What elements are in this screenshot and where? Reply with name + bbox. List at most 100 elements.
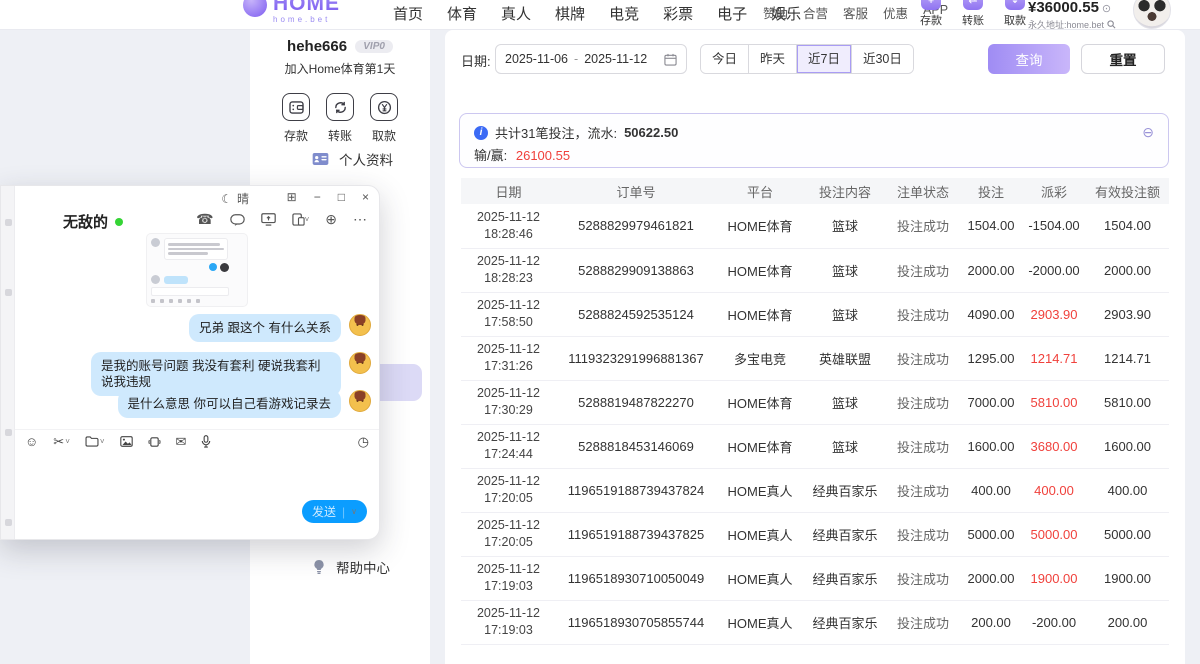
- range-7days-button[interactable]: 近7日: [796, 45, 851, 73]
- col-valid: 有效投注额: [1086, 178, 1169, 204]
- order-number: 5288818453146069: [556, 424, 716, 468]
- nav-item-live[interactable]: 真人: [501, 3, 531, 24]
- chat-window: ☾ 晴 ⊞ − □ × 无敌的 ☎ ˅ ⊕ ⋯ 兄: [0, 185, 380, 540]
- sender-avatar[interactable]: [349, 390, 371, 412]
- sidebar-deposit-button[interactable]: 存款: [282, 93, 310, 144]
- refresh-balance-icon[interactable]: ⊙: [1102, 3, 1111, 15]
- maximize-icon[interactable]: □: [338, 190, 345, 204]
- order-number: 5288829909138863: [556, 248, 716, 292]
- image-icon[interactable]: [120, 436, 133, 447]
- range-today-button[interactable]: 今日: [701, 45, 748, 73]
- range-yesterday-button[interactable]: 昨天: [748, 45, 796, 73]
- chat-message: 是什么意思 你可以自己看游戏记录去: [118, 390, 371, 418]
- weather-label: 晴: [237, 190, 249, 207]
- summary-count-text: 共计31笔投注，流水:: [495, 123, 617, 142]
- chat-contact-name: 无敌的: [63, 211, 108, 232]
- voice-call-icon[interactable]: ☎: [196, 211, 213, 228]
- send-button[interactable]: 发送 | ∨: [302, 500, 367, 523]
- nav-item-esports[interactable]: 电竞: [609, 3, 639, 24]
- balance-amount: ¥36000.55: [1028, 0, 1099, 16]
- wallet-quick-actions: ¥ 存款 ⇄ 转账 ↧ 取款: [918, 0, 1028, 28]
- order-number: 5288819487822270: [556, 380, 716, 424]
- transfer-icon: ⇄: [963, 0, 983, 10]
- permanent-domain: 永久地址:home.bet: [1028, 18, 1104, 30]
- betting-records-panel: 日期: 2025-11-06 - 2025-11-12 今日 昨天 近7日 近3…: [445, 30, 1185, 664]
- sender-avatar[interactable]: [349, 352, 371, 374]
- order-number: 1196518930705855744: [556, 600, 716, 644]
- screenshot-scissors-icon[interactable]: ✂˅: [53, 434, 70, 450]
- date-label: 日期:: [461, 51, 491, 70]
- more-options-icon[interactable]: ⋯: [353, 211, 367, 228]
- video-chat-icon[interactable]: [230, 214, 245, 226]
- sidebar-withdraw-button[interactable]: 取款: [370, 93, 398, 144]
- range-30days-button[interactable]: 近30日: [851, 45, 913, 73]
- logo-title: HOME: [273, 0, 340, 14]
- sidebar-username: hehe666: [287, 38, 347, 55]
- order-number: 1196519188739437824: [556, 468, 716, 512]
- nav-item-sponsor[interactable]: 赞助: [763, 3, 788, 22]
- remote-device-icon[interactable]: ˅: [292, 213, 310, 226]
- close-icon[interactable]: ×: [362, 190, 369, 204]
- nav-item-partner[interactable]: 合营: [803, 3, 828, 22]
- col-order: 订单号: [556, 178, 716, 204]
- chat-history-icon[interactable]: ◷: [358, 434, 369, 450]
- screen-share-icon[interactable]: [261, 213, 276, 226]
- nav-item-home[interactable]: 首页: [393, 3, 423, 24]
- user-avatar[interactable]: [1133, 0, 1171, 29]
- nav-item-slots[interactable]: 电子: [717, 3, 747, 24]
- col-platform: 平台: [716, 178, 804, 204]
- file-folder-icon[interactable]: ˅: [85, 436, 105, 447]
- nav-item-lottery[interactable]: 彩票: [663, 3, 693, 24]
- order-number: 5288824592535124: [556, 292, 716, 336]
- date-start-value: 2025-11-06: [505, 52, 568, 66]
- date-range-picker[interactable]: 2025-11-06 - 2025-11-12: [495, 44, 687, 74]
- nav-item-cards[interactable]: 棋牌: [555, 3, 585, 24]
- magnifier-icon[interactable]: [1107, 20, 1116, 29]
- nav-item-promo[interactable]: 优惠: [883, 3, 908, 22]
- sidebar-transfer-button[interactable]: 转账: [326, 93, 354, 144]
- send-options-caret-icon[interactable]: ∨: [351, 507, 357, 516]
- calendar-icon: [664, 53, 677, 66]
- sidebar-item-label: 帮助中心: [336, 557, 390, 577]
- col-date: 日期: [461, 178, 556, 204]
- col-bet: 投注: [960, 178, 1022, 204]
- wallet-icon: [282, 93, 310, 121]
- col-content: 投注内容: [804, 178, 886, 204]
- table-row: 2025-11-1217:20:05 1196519188739437825 H…: [461, 512, 1169, 556]
- date-end-value: 2025-11-12: [584, 52, 647, 66]
- info-icon: i: [474, 126, 488, 140]
- logo-ball-icon: [243, 0, 267, 17]
- emoji-icon[interactable]: ☺: [25, 434, 38, 449]
- pin-window-icon[interactable]: ⊞: [287, 190, 297, 204]
- navbar-transfer-button[interactable]: ⇄ 转账: [960, 0, 986, 28]
- sender-avatar[interactable]: [349, 314, 371, 336]
- top-navbar: HOME home.bet 首页 体育 真人 棋牌 电竞 彩票 电子 娱乐 赞助…: [0, 0, 1200, 30]
- table-row: 2025-11-1217:58:50 5288824592535124 HOME…: [461, 292, 1169, 336]
- site-logo[interactable]: HOME home.bet: [243, 0, 340, 24]
- summary-turnover: 50622.50: [624, 125, 678, 140]
- logo-subtitle: home.bet: [273, 16, 340, 24]
- nav-item-service[interactable]: 客服: [843, 3, 868, 22]
- minimize-icon[interactable]: −: [314, 190, 321, 204]
- navbar-deposit-button[interactable]: ¥ 存款: [918, 0, 944, 28]
- table-row: 2025-11-1217:19:03 1196518930710050049 H…: [461, 556, 1169, 600]
- table-row: 2025-11-1218:28:23 5288829909138863 HOME…: [461, 248, 1169, 292]
- add-plus-icon[interactable]: ⊕: [325, 211, 337, 228]
- yen-circle-icon: [370, 93, 398, 121]
- microphone-icon[interactable]: [201, 435, 211, 448]
- sidebar-item-help-center[interactable]: 帮助中心: [250, 556, 430, 578]
- sidebar-item-profile[interactable]: 个人资料: [250, 148, 430, 170]
- shared-screenshot-image[interactable]: [146, 233, 248, 307]
- nav-item-sports[interactable]: 体育: [447, 3, 477, 24]
- query-button[interactable]: 查询: [988, 44, 1070, 74]
- reset-button[interactable]: 重置: [1081, 44, 1165, 74]
- balance-area: ¥36000.55⊙ 永久地址:home.bet: [1028, 0, 1116, 30]
- navbar-withdraw-button[interactable]: ↧ 取款: [1002, 0, 1028, 28]
- mail-icon[interactable]: ✉: [176, 434, 187, 450]
- order-number: 1196518930710050049: [556, 556, 716, 600]
- chat-input-toolbar: ☺ ✂˅ ˅ ✉ ◷: [15, 429, 379, 453]
- order-number: 1196519188739437825: [556, 512, 716, 556]
- collapse-summary-icon[interactable]: ⊖: [1142, 124, 1154, 141]
- window-shake-icon[interactable]: [148, 436, 161, 448]
- summary-box: i 共计31笔投注，流水: 50622.50 输/赢: 26100.55 ⊖: [459, 113, 1169, 168]
